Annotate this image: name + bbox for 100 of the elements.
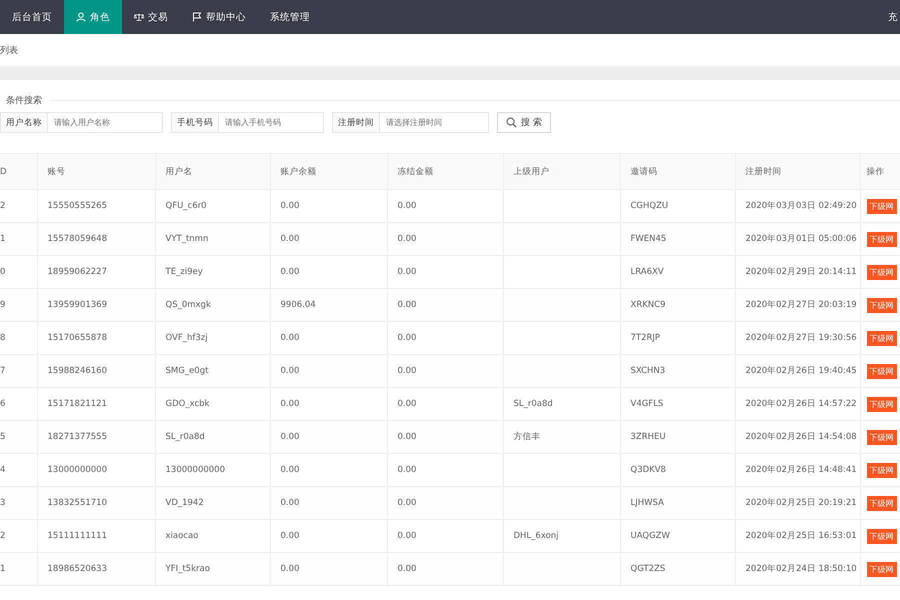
table-cell: 13959901369 (48, 300, 107, 310)
table-cell: 2020年02月26日 19:40:45 (746, 366, 857, 376)
table-cell: Q3DKV8 (630, 465, 666, 475)
table-cell: 6 (0, 399, 6, 409)
table-cell: 方信丰 (514, 432, 540, 442)
table-cell: 3ZRHEU (630, 432, 666, 442)
nav-tab[interactable]: 交易 (122, 0, 180, 34)
table-cell: 2020年02月29日 20:14:11 (746, 267, 857, 277)
table-cell: FWEN45 (630, 234, 666, 244)
table-cell: xiaocao (166, 531, 198, 541)
table-cell: 0.00 (280, 267, 300, 277)
table-cell: QFU_c6r0 (166, 201, 207, 211)
search-button[interactable]: 搜 索 (497, 112, 551, 133)
table-cell: 2020年02月26日 14:48:41 (746, 465, 857, 475)
table-cell: 15550555265 (48, 201, 107, 211)
table-cell: 2 (0, 531, 6, 541)
table-cell: 8 (0, 333, 6, 343)
table-cell: 0.00 (280, 201, 300, 211)
table-cell: 0 (0, 267, 6, 277)
table-cell: 9906.04 (280, 300, 316, 310)
table-cell: 0.00 (280, 498, 300, 508)
table-cell: 0.00 (398, 201, 416, 211)
table-cell: VYT_tnmn (166, 234, 208, 244)
table-cell: 3 (0, 498, 6, 508)
table-cell: 2020年02月24日 18:50:10 (746, 564, 857, 574)
table-cell: 13000000000 (166, 465, 225, 475)
person-icon (76, 12, 86, 22)
table-cell: 0.00 (280, 432, 300, 442)
table-cell: 1 (0, 234, 6, 244)
table-cell: 0.00 (280, 399, 300, 409)
subordinate-button[interactable]: 下级网 (866, 562, 896, 576)
column-header: 注册时间 (735, 154, 860, 190)
table-cell: TE_zi9ey (166, 267, 203, 277)
table-cell: 0.00 (398, 564, 416, 574)
subordinate-button[interactable]: 下级网 (866, 198, 896, 214)
table-cell: 0.00 (280, 531, 300, 541)
nav-tab[interactable]: 后台首页 (0, 0, 64, 34)
table-cell: 0.00 (280, 366, 300, 376)
subordinate-button[interactable]: 下级网 (866, 298, 896, 312)
subordinate-button[interactable]: 下级网 (866, 232, 896, 246)
table-cell: 2020年02月27日 19:30:56 (746, 333, 857, 343)
table-cell: 7 (0, 366, 6, 376)
table-cell: 15111111111 (48, 531, 107, 541)
table-cell: 9 (0, 300, 6, 310)
flag-icon (192, 12, 202, 22)
table-cell: 0.00 (280, 333, 300, 343)
table-cell: YFI_t5krao (166, 564, 210, 574)
table-cell: 15170655878 (48, 333, 107, 343)
table-cell: 18271377555 (48, 432, 107, 442)
input-field[interactable]: 请输入手机号码 (219, 112, 324, 133)
subordinate-button[interactable]: 下级网 (866, 462, 896, 478)
table-cell: 0.00 (398, 333, 416, 343)
nav-right-text[interactable]: 充 (888, 10, 900, 24)
nav-tab[interactable]: 角色 (64, 0, 122, 34)
column-header: 账户余额 (270, 154, 387, 190)
table-cell: 2 (0, 201, 6, 211)
input-field[interactable]: 请输入用户名称 (48, 112, 163, 133)
table-cell: DHL_6xonj (514, 531, 559, 541)
table-cell: 1 (0, 564, 6, 574)
subordinate-button[interactable]: 下级网 (866, 330, 896, 346)
table-cell: 2020年02月27日 20:03:19 (746, 300, 857, 310)
table-cell: LJHWSA (630, 498, 664, 508)
nav-tab[interactable]: 帮助中心 (180, 0, 258, 34)
column-header: 用户名 (155, 154, 270, 190)
table-cell: 0.00 (280, 234, 300, 244)
table-cell: 2020年03月01日 05:00:06 (746, 234, 857, 244)
table-cell: 0.00 (398, 432, 416, 442)
table-cell: 0.00 (398, 399, 416, 409)
table-cell: 15171821121 (48, 399, 107, 409)
table-cell: 2020年02月26日 14:54:08 (746, 432, 857, 442)
table-cell: 0.00 (398, 531, 416, 541)
table-cell: VD_1942 (166, 498, 204, 508)
table-cell: 13000000000 (48, 465, 107, 475)
table-cell: 2020年03月03日 02:49:20 (746, 201, 857, 211)
subordinate-button[interactable]: 下级网 (866, 430, 896, 444)
subordinate-button[interactable]: 下级网 (866, 496, 896, 510)
filter-label: 注册时间 (332, 112, 380, 133)
table-cell: OVF_hf3zj (166, 333, 208, 343)
subordinate-button[interactable]: 下级网 (866, 264, 896, 280)
column-header: 邀请码 (620, 154, 735, 190)
section-legend: 条件搜索 (6, 94, 42, 106)
table-cell: 0.00 (398, 366, 416, 376)
nav-tab[interactable]: 系统管理 (258, 0, 322, 34)
subordinate-button[interactable]: 下级网 (866, 528, 896, 544)
table-cell: XRKNC9 (630, 300, 666, 310)
table-cell: 13832551710 (48, 498, 107, 508)
table-cell: SL_r0a8d (166, 432, 205, 442)
table-cell: 15578059648 (48, 234, 107, 244)
table-cell: 0.00 (280, 564, 300, 574)
table-cell: 0.00 (398, 498, 416, 508)
table-cell: 5 (0, 432, 6, 442)
table-cell: 4 (0, 465, 6, 475)
column-header: 上级用户 (503, 154, 620, 190)
subordinate-button[interactable]: 下级网 (866, 396, 896, 412)
column-header: 操作 (860, 154, 900, 190)
table-cell: 2020年02月26日 14:57:22 (746, 399, 857, 409)
subordinate-button[interactable]: 下级网 (866, 364, 896, 378)
input-field[interactable]: 请选择注册时间 (380, 112, 489, 133)
search-icon (506, 117, 517, 128)
column-header: D (0, 154, 37, 190)
